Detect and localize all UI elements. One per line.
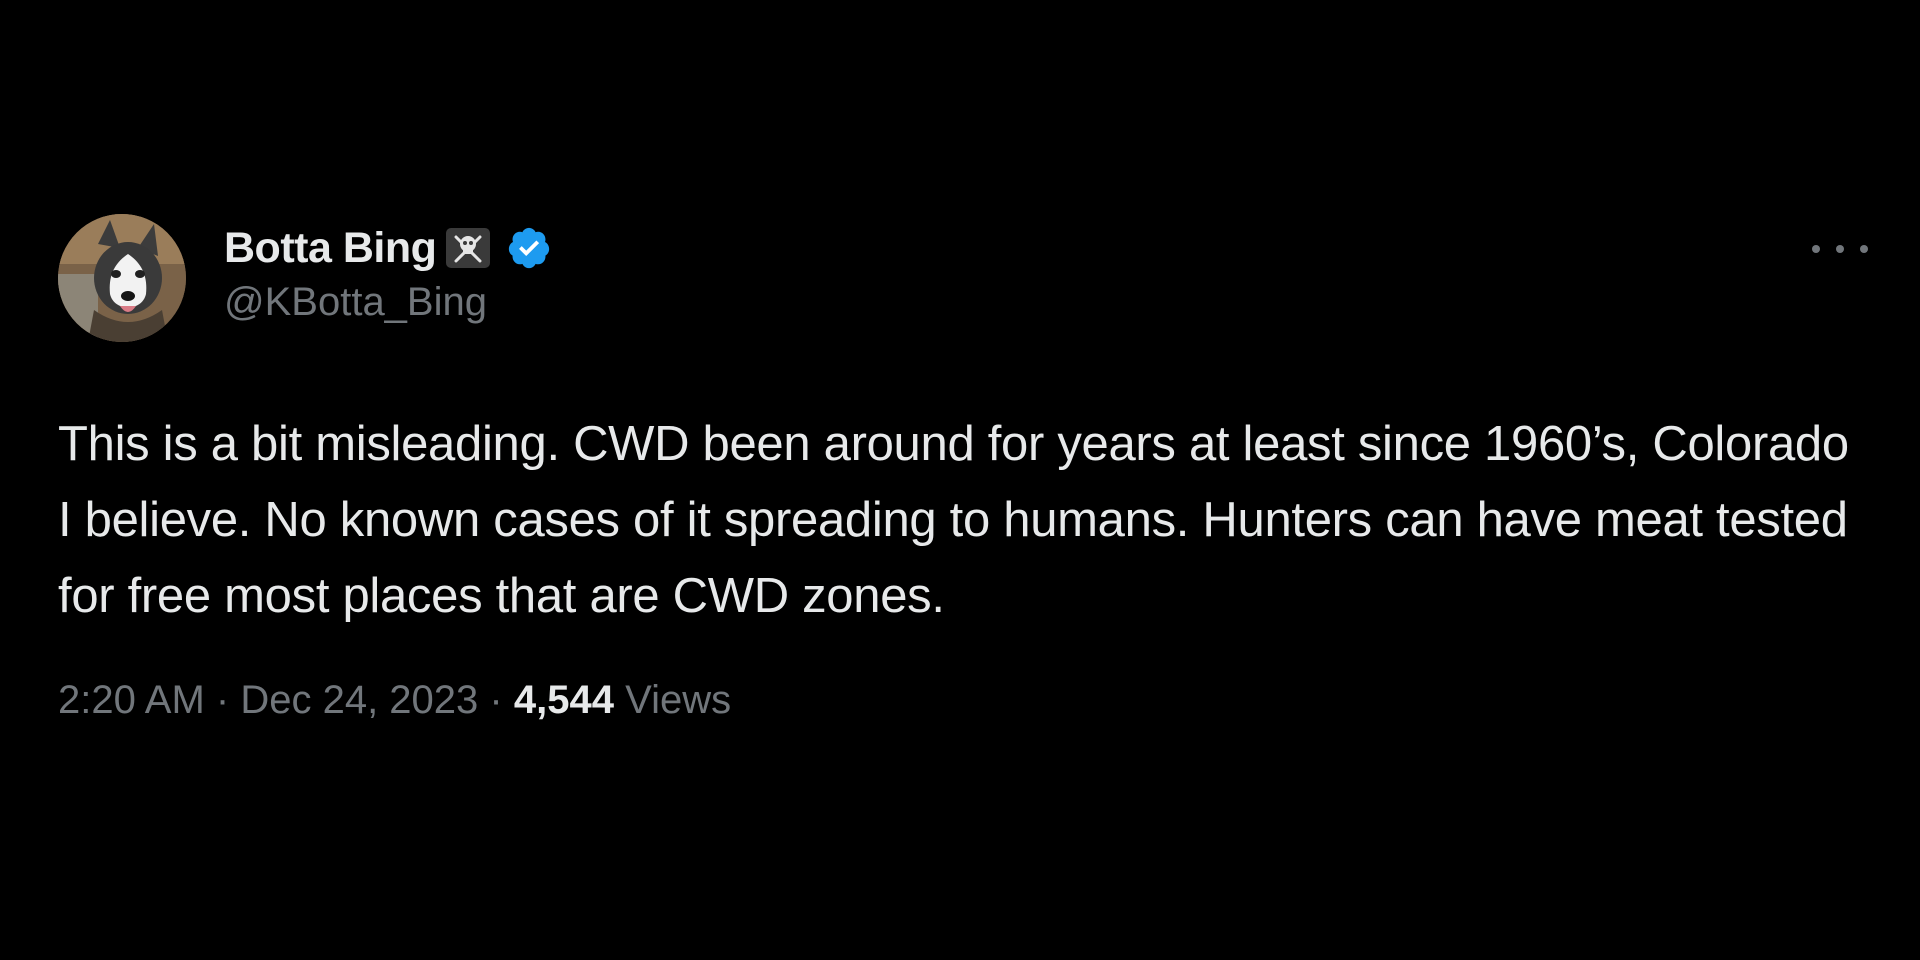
author-names: Botta Bing @KBotta_Bing — [224, 220, 554, 325]
husky-avatar-image — [58, 214, 186, 342]
verified-badge-icon[interactable] — [504, 223, 554, 273]
tweet-date[interactable]: Dec 24, 2023 — [240, 678, 478, 722]
author-handle[interactable]: @KBotta_Bing — [224, 280, 554, 325]
avatar[interactable] — [58, 214, 186, 342]
display-name[interactable]: Botta Bing — [224, 224, 437, 273]
tweet-time[interactable]: 2:20 AM — [58, 678, 205, 722]
more-options-icon[interactable] — [1812, 234, 1868, 264]
tweet-meta: 2:20 AM · Dec 24, 2023 · 4,544 Views — [58, 678, 1868, 723]
skull-and-crossbones-icon — [446, 228, 491, 268]
tweet-header: Botta Bing @KBotta_Bing — [58, 214, 1868, 344]
tweet-text: This is a bit misleading. CWD been aroun… — [58, 417, 1849, 623]
meta-separator: · — [489, 678, 503, 722]
tweet-card: Botta Bing @KBotta_Bing This is a bit mi… — [58, 214, 1868, 723]
views-label: Views — [625, 678, 732, 722]
meta-separator: · — [215, 678, 230, 722]
name-row: Botta Bing — [224, 220, 554, 276]
views-count[interactable]: 4,544 — [514, 678, 614, 722]
